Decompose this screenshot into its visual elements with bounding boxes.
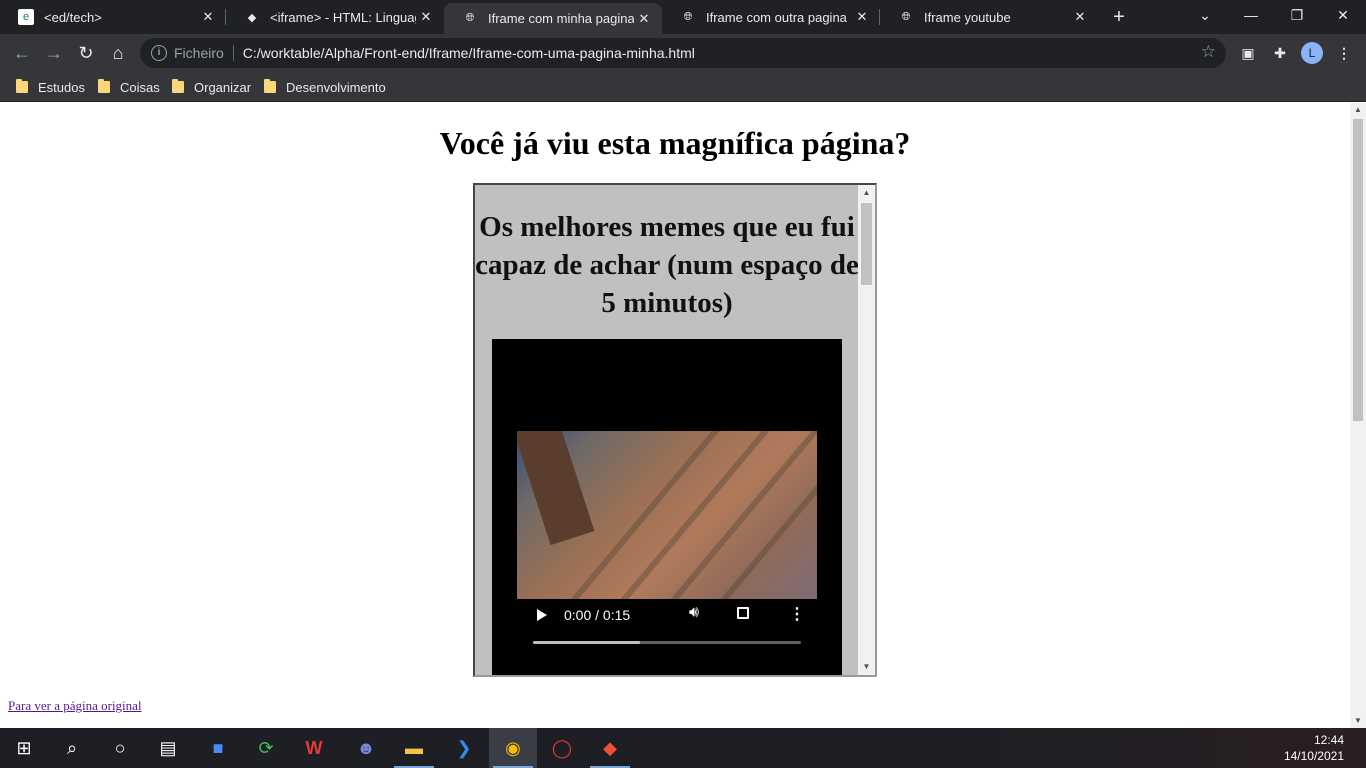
bookmark-folder-organizar[interactable]: Organizar: [172, 77, 251, 97]
file-explorer-icon[interactable]: ▬: [390, 728, 438, 768]
menu-kebab-icon[interactable]: ⋮: [1332, 41, 1356, 65]
media-control-icon[interactable]: ▣: [1236, 41, 1260, 65]
video-player[interactable]: 0:00 / 0:15 🔊︎ ⋮: [492, 339, 842, 675]
minimize-button[interactable]: —: [1228, 0, 1274, 30]
tab-strip: e <ed/tech> ✕ ◆ <iframe> - HTML: Linguag…: [0, 0, 1366, 34]
close-tab-icon[interactable]: ✕: [634, 11, 654, 27]
reload-button[interactable]: ↻: [74, 41, 98, 65]
sync-app-icon[interactable]: ⟳: [242, 728, 290, 768]
page-scrollbar[interactable]: ▲ ▼: [1350, 103, 1366, 728]
tab-title: Iframe com minha pagina: [488, 11, 634, 26]
bookmarks-bar: Estudos Coisas Organizar Desenvolvimento: [0, 72, 1366, 102]
video-controls: 0:00 / 0:15 🔊︎ ⋮: [517, 601, 817, 651]
bookmark-folder-desenvolvimento[interactable]: Desenvolvimento: [264, 77, 386, 97]
tab-title: Iframe youtube: [924, 9, 1011, 25]
folder-icon: [98, 79, 110, 93]
video-frame-post: [517, 431, 595, 546]
close-tab-icon[interactable]: ✕: [1070, 9, 1090, 25]
bookmark-folder-coisas[interactable]: Coisas: [98, 77, 160, 97]
video-frame[interactable]: [517, 431, 817, 599]
home-button[interactable]: ⌂: [106, 41, 130, 65]
bookmark-label: Estudos: [38, 79, 85, 95]
bookmark-star-icon[interactable]: ☆: [1201, 42, 1216, 62]
scroll-down-arrow-icon[interactable]: ▼: [858, 659, 875, 675]
tab-title: Iframe com outra pagina: [706, 9, 847, 25]
clock-time: 12:44: [1313, 733, 1344, 747]
scroll-down-arrow-icon[interactable]: ▼: [1350, 714, 1366, 728]
tab-search-chevron-icon[interactable]: ⌄: [1182, 0, 1228, 30]
browser-toolbar: ← → ↻ ⌂ i Ficheiro C:/worktable/Alpha/Fr…: [0, 34, 1366, 72]
discord-icon[interactable]: ☻: [342, 728, 390, 768]
search-icon[interactable]: ⌕: [48, 728, 96, 768]
folder-icon: [16, 79, 28, 93]
fullscreen-icon[interactable]: [737, 607, 749, 619]
profile-avatar[interactable]: L: [1301, 42, 1323, 64]
scrollbar-thumb[interactable]: [1353, 119, 1363, 421]
folder-icon: [264, 79, 276, 93]
new-tab-button[interactable]: +: [1108, 6, 1130, 28]
original-page-link[interactable]: Para ver a página original: [8, 698, 142, 714]
iframe-heading: Os melhores memes que eu fui capaz de ac…: [475, 211, 859, 319]
bookmark-label: Desenvolvimento: [286, 79, 386, 95]
tab-edtech[interactable]: e <ed/tech> ✕: [0, 0, 226, 34]
task-view-icon[interactable]: ▤: [144, 728, 192, 768]
tab-title: <ed/tech>: [44, 9, 102, 25]
info-icon[interactable]: i: [151, 45, 167, 61]
bookmark-label: Coisas: [120, 79, 160, 95]
bookmark-folder-estudos[interactable]: Estudos: [16, 77, 85, 97]
close-tab-icon[interactable]: ✕: [198, 9, 218, 25]
scrollbar-thumb[interactable]: [861, 203, 872, 285]
address-bar[interactable]: i Ficheiro C:/worktable/Alpha/Front-end/…: [140, 38, 1226, 68]
edtech-favicon-icon: e: [18, 9, 34, 25]
address-separator: [232, 45, 234, 61]
chrome-icon[interactable]: ◉: [489, 728, 537, 768]
video-frame-stripe: [704, 431, 817, 599]
video-time: 0:00 / 0:15: [564, 607, 631, 623]
address-scheme-label: Ficheiro: [174, 45, 224, 61]
globe-icon: 🌐︎: [683, 10, 693, 23]
forward-button[interactable]: →: [42, 41, 66, 65]
tab-iframe-minha-pagina[interactable]: 🌐︎ Iframe com minha pagina ✕: [444, 3, 662, 34]
tab-title: <iframe> - HTML: Linguagem: [270, 9, 416, 25]
close-tab-icon[interactable]: ✕: [852, 9, 872, 25]
clock-date: 14/10/2021: [1283, 749, 1344, 763]
volume-icon[interactable]: 🔊︎: [689, 604, 699, 622]
play-icon[interactable]: [537, 609, 547, 621]
mdn-favicon-icon: ◆: [247, 11, 257, 24]
globe-icon: 🌐︎: [465, 12, 475, 24]
cortana-icon[interactable]: ○: [96, 728, 144, 768]
close-window-button[interactable]: ✕: [1320, 0, 1366, 30]
globe-icon: 🌐︎: [901, 10, 911, 23]
video-progress-fill: [533, 641, 641, 644]
more-options-icon[interactable]: ⋮: [789, 604, 805, 624]
iframe-scrollbar[interactable]: ▲ ▼: [858, 185, 875, 675]
page-title: Você já viu esta magnífica página?: [439, 125, 911, 161]
scroll-up-arrow-icon[interactable]: ▲: [858, 185, 875, 201]
bookmark-label: Organizar: [194, 79, 252, 95]
restore-button[interactable]: ❐: [1274, 0, 1320, 30]
vscode-icon[interactable]: ❯: [440, 728, 488, 768]
tab-iframe-youtube[interactable]: 🌐︎ Iframe youtube ✕: [880, 0, 1098, 34]
wps-office-icon[interactable]: W: [290, 728, 338, 768]
close-tab-icon[interactable]: ✕: [416, 9, 436, 25]
windows-start-icon[interactable]: ⊞: [0, 728, 48, 768]
scroll-up-arrow-icon[interactable]: ▲: [1350, 103, 1366, 117]
tab-mdn-iframe[interactable]: ◆ <iframe> - HTML: Linguagem ✕: [226, 0, 444, 34]
page-content: Você já viu esta magnífica página? Os me…: [0, 103, 1350, 728]
taskbar: ⊞ ⌕ ○ ▤ ■ ⟳ W ☻ ▬ ❯ ◉ ◯ ◆ 12:44 14/10/20…: [0, 728, 1366, 768]
opera-icon[interactable]: ◯: [538, 728, 586, 768]
video-progress-bar[interactable]: [533, 641, 801, 644]
folder-icon: [172, 79, 184, 93]
extensions-puzzle-icon[interactable]: ✚: [1268, 41, 1292, 65]
embedded-iframe[interactable]: Os melhores memes que eu fui capaz de ac…: [473, 183, 877, 677]
address-url[interactable]: C:/worktable/Alpha/Front-end/Iframe/Ifra…: [243, 45, 695, 61]
system-clock[interactable]: 12:44 14/10/2021: [1284, 732, 1344, 764]
zoom-app-icon[interactable]: ■: [194, 728, 242, 768]
tab-iframe-outra-pagina[interactable]: 🌐︎ Iframe com outra pagina ✕: [662, 0, 880, 34]
git-icon[interactable]: ◆: [586, 728, 634, 768]
back-button[interactable]: ←: [10, 41, 34, 65]
